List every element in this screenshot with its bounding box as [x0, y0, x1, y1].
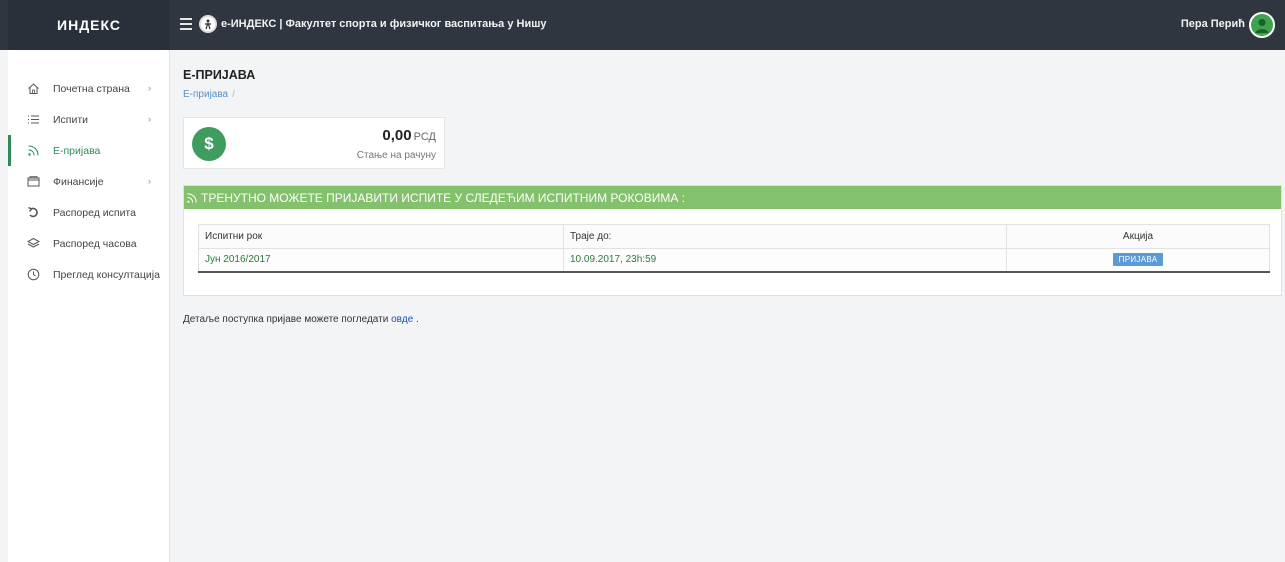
balance-caption: Стање на рачуну: [356, 150, 436, 161]
table-header-row: Испитни рок Траје до: Акција: [198, 224, 1270, 249]
details-link[interactable]: овде: [391, 314, 413, 325]
sidebar-item-e-registration[interactable]: Е-пријава: [8, 135, 169, 166]
balance-value: 0,00: [382, 127, 412, 144]
chevron-right-icon: ›: [148, 114, 151, 124]
menu-toggle-icon[interactable]: [180, 18, 192, 30]
dollar-icon: $: [192, 127, 226, 161]
exam-panel-title: ТРЕНУТНО МОЖЕТЕ ПРИЈАВИТИ ИСПИТЕ У СЛЕДЕ…: [201, 190, 685, 205]
sidebar-item-consultations[interactable]: Преглед консултација: [8, 259, 169, 290]
sidebar-item-home[interactable]: Почетна страна ›: [8, 73, 169, 104]
sidebar: Почетна страна › Испити › Е-пријава Фина…: [8, 50, 170, 562]
column-header-deadline: Траје до:: [563, 224, 1007, 249]
user-name[interactable]: Пера Перић: [1181, 18, 1245, 30]
balance-card: $ 0,00 РСД Стање на рачуну: [183, 117, 445, 169]
note-suffix: .: [416, 314, 419, 325]
wallet-icon: [26, 175, 40, 189]
sidebar-item-label: Распоред часова: [53, 237, 137, 250]
exam-terms-panel: ТРЕНУТНО МОЖЕТЕ ПРИЈАВИТИ ИСПИТЕ У СЛЕДЕ…: [183, 185, 1282, 296]
deadline-cell: 10.09.2017, 23h:59: [563, 248, 1007, 273]
clock-icon: [26, 268, 40, 282]
sidebar-item-exam-schedule[interactable]: Распоред испита: [8, 197, 169, 228]
home-icon: [26, 82, 40, 96]
procedure-note: Детаље поступка пријаве можете погледати…: [183, 314, 419, 325]
list-icon: [26, 113, 40, 127]
sidebar-item-exams[interactable]: Испити ›: [8, 104, 169, 135]
exam-panel-header: ТРЕНУТНО МОЖЕТЕ ПРИЈАВИТИ ИСПИТЕ У СЛЕДЕ…: [184, 186, 1281, 209]
rss-icon: [187, 192, 197, 203]
sidebar-item-label: Распоред испита: [53, 206, 136, 219]
main-content: Е-ПРИЈАВА Е-пријава / $ 0,00 РСД Стање на …: [170, 50, 1285, 562]
exam-term-cell: Јун 2016/2017: [198, 248, 564, 273]
brand-logo[interactable]: ИНДЕКС: [8, 0, 170, 50]
faculty-logo-icon: [199, 15, 217, 33]
balance-currency: РСД: [413, 131, 436, 143]
sidebar-nav: Почетна страна › Испити › Е-пријава Фина…: [8, 73, 169, 290]
breadcrumb-link[interactable]: Е-пријава: [183, 89, 228, 100]
breadcrumb: Е-пријава /: [183, 89, 235, 100]
note-text: Детаље поступка пријаве можете погледати: [183, 314, 389, 325]
balance-amount: 0,00 РСД: [382, 127, 436, 144]
apply-button[interactable]: ПРИЈАВА: [1112, 253, 1164, 267]
sidebar-item-class-schedule[interactable]: Распоред часова: [8, 228, 169, 259]
exam-terms-table: Испитни рок Траје до: Акција Јун 2016/20…: [198, 224, 1270, 273]
column-header-action: Акција: [1006, 224, 1270, 249]
table-row: Јун 2016/2017 10.09.2017, 23h:59 ПРИЈАВА: [198, 248, 1270, 273]
sidebar-item-label: Е-пријава: [53, 144, 101, 157]
sidebar-item-label: Финансије: [53, 175, 104, 188]
chevron-right-icon: ›: [148, 83, 151, 93]
layers-icon: [26, 237, 40, 251]
breadcrumb-separator: /: [232, 89, 235, 100]
column-header-term: Испитни рок: [198, 224, 564, 249]
user-avatar-icon[interactable]: [1249, 12, 1275, 38]
sidebar-item-finances[interactable]: Финансије ›: [8, 166, 169, 197]
sidebar-item-label: Преглед консултација: [53, 268, 160, 281]
app-title: е-ИНДЕКС | Факултет спорта и физичког ва…: [221, 18, 547, 30]
chevron-right-icon: ›: [148, 176, 151, 186]
undo-icon: [26, 206, 40, 220]
rss-icon: [26, 144, 40, 158]
brand-title: ИНДЕКС: [57, 17, 121, 33]
action-cell: ПРИЈАВА: [1006, 248, 1270, 273]
sidebar-item-label: Почетна страна: [53, 82, 130, 95]
page-title: Е-ПРИЈАВА: [183, 68, 256, 82]
sidebar-item-label: Испити: [53, 113, 89, 126]
top-bar: ИНДЕКС е-ИНДЕКС | Факултет спорта и физи…: [0, 0, 1285, 50]
